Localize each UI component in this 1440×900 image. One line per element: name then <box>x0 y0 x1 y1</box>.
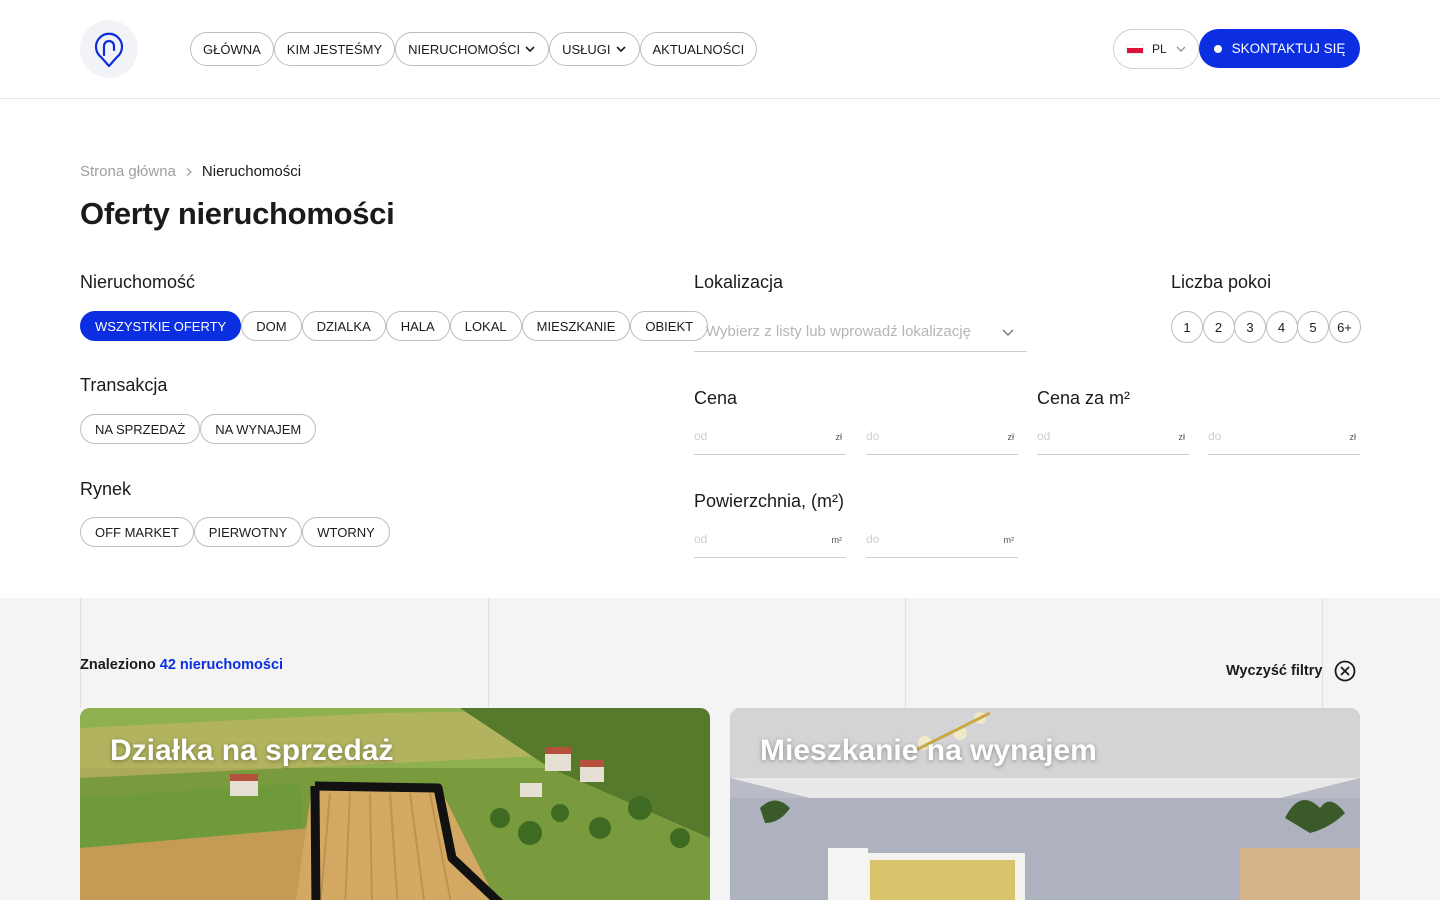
card-title: Działka na sprzedaż <box>110 734 394 767</box>
card-title: Mieszkanie na wynajem <box>760 734 1097 767</box>
chevron-down-icon <box>1176 46 1186 52</box>
pill-hall[interactable]: HALA <box>385 311 450 341</box>
pill-house[interactable]: DOM <box>241 311 302 341</box>
location-select[interactable]: Wybierz z listy lub wprowadź lokalizację <box>694 312 1027 352</box>
property-type-pills: WSZYSTKIE OFERTY DOM DZIALKA HALA LOKAL … <box>80 311 709 341</box>
page-title: Oferty nieruchomości <box>80 196 395 231</box>
close-circle-icon <box>1335 660 1356 682</box>
grid-divider <box>488 598 489 708</box>
price-per-m2-to-input[interactable]: do zł <box>1208 429 1360 455</box>
language-selector[interactable]: PL <box>1113 29 1199 69</box>
chevron-down-icon <box>615 46 626 53</box>
pill-off-market[interactable]: OFF MARKET <box>80 517 194 547</box>
logo[interactable] <box>80 20 138 78</box>
results-section: Znaleziono 42 nieruchomości Wyczyść filt… <box>0 598 1440 900</box>
area-from-input[interactable]: od m² <box>694 532 846 558</box>
area-filter-label: Powierzchnia, (m²) <box>694 491 845 511</box>
chevron-down-icon <box>525 46 535 53</box>
price-per-m2-from-input[interactable]: od zł <box>1037 429 1189 455</box>
poland-flag-icon <box>1126 44 1144 54</box>
breadcrumb-current: Nieruchomości <box>201 163 302 180</box>
location-placeholder: Wybierz z listy lub wprowadź lokalizację <box>706 323 971 340</box>
chevron-right-icon <box>186 167 192 176</box>
home-pin-logo-icon <box>94 32 124 68</box>
rooms-filter-label: Liczba pokoi <box>1171 272 1272 292</box>
pill-for-rent[interactable]: NA WYNAJEM <box>200 414 317 444</box>
room-option-5[interactable]: 5 <box>1297 311 1329 343</box>
breadcrumb: Strona główna Nieruchomości <box>80 163 301 180</box>
pill-secondary[interactable]: WTORNY <box>302 517 390 547</box>
price-filter-label: Cena <box>694 388 738 408</box>
main-nav: GŁÓWNA KIM JESTEŚMY NIERUCHOMOŚCI USŁUGI… <box>190 32 758 66</box>
grid-divider <box>905 598 906 708</box>
location-filter-label: Lokalizacja <box>694 272 784 292</box>
area-to-input[interactable]: do m² <box>866 532 1018 558</box>
pill-plot[interactable]: DZIALKA <box>301 311 386 341</box>
nav-item-properties[interactable]: NIERUCHOMOŚCI <box>395 32 550 66</box>
pill-premises[interactable]: LOKAL <box>449 311 522 341</box>
contact-button[interactable]: SKONTAKTUJ SIĘ <box>1199 29 1360 68</box>
nav-item-services[interactable]: USŁUGI <box>549 32 640 66</box>
results-count: Znaleziono 42 nieruchomości <box>80 657 284 673</box>
clear-filters-button[interactable]: Wyczyść filtry <box>1226 660 1356 682</box>
room-option-6-plus[interactable]: 6+ <box>1328 311 1361 343</box>
site-header: GŁÓWNA KIM JESTEŚMY NIERUCHOMOŚCI USŁUGI… <box>0 0 1440 99</box>
dot-icon <box>1213 44 1222 53</box>
grid-divider <box>1322 598 1323 708</box>
nav-item-about[interactable]: KIM JESTEŚMY <box>273 32 396 66</box>
results-count-value: 42 nieruchomości <box>159 657 284 673</box>
breadcrumb-home-link[interactable]: Strona główna <box>80 163 176 180</box>
chevron-down-icon <box>1002 328 1014 336</box>
room-option-3[interactable]: 3 <box>1234 311 1266 343</box>
nav-item-news[interactable]: AKTUALNOŚCI <box>639 32 758 66</box>
property-filter-label: Nieruchomość <box>80 272 196 292</box>
grid-divider <box>80 598 81 708</box>
rooms-selector: 1 2 3 4 5 6+ <box>1171 311 1361 343</box>
property-card[interactable]: Mieszkanie na wynajem <box>730 708 1360 900</box>
room-option-2[interactable]: 2 <box>1202 311 1235 343</box>
pill-all-offers[interactable]: WSZYSTKIE OFERTY <box>80 311 242 341</box>
transaction-filter-label: Transakcja <box>80 375 168 395</box>
property-card[interactable]: Działka na sprzedaż <box>80 708 710 900</box>
room-option-1[interactable]: 1 <box>1171 311 1203 343</box>
language-code: PL <box>1152 42 1167 56</box>
pill-apartment[interactable]: MIESZKANIE <box>521 311 631 341</box>
market-pills: OFF MARKET PIERWOTNY WTORNY <box>80 517 390 547</box>
room-option-4[interactable]: 4 <box>1265 311 1298 343</box>
transaction-pills: NA SPRZEDAŻ NA WYNAJEM <box>80 414 317 444</box>
price-to-input[interactable]: do zł <box>866 429 1018 455</box>
market-filter-label: Rynek <box>80 479 132 499</box>
price-per-m2-filter-label: Cena za m² <box>1037 388 1131 408</box>
pill-primary[interactable]: PIERWOTNY <box>193 517 303 547</box>
nav-item-home[interactable]: GŁÓWNA <box>190 32 274 66</box>
pill-for-sale[interactable]: NA SPRZEDAŻ <box>80 414 201 444</box>
price-from-input[interactable]: od zł <box>694 429 846 455</box>
